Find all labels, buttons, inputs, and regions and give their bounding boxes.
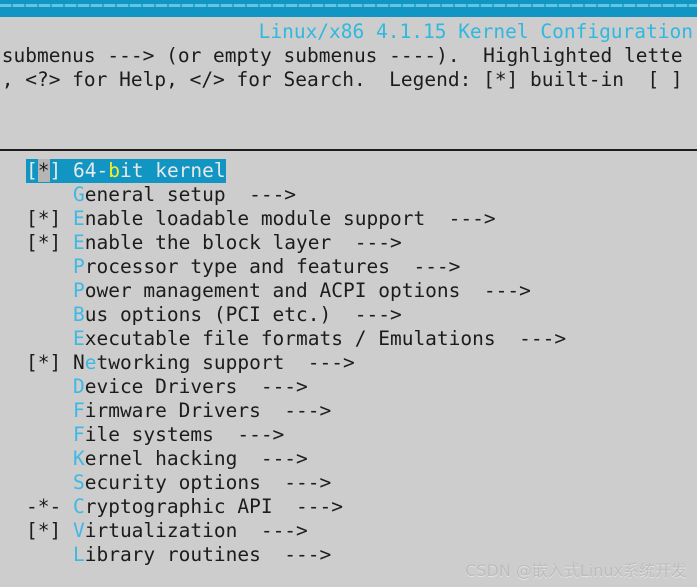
help-text-line-2: t, <?> for Help, </> for Search. Legend:… <box>0 68 683 91</box>
menu-item-mark: -*- <box>26 495 73 518</box>
submenu-arrow: ---> <box>425 207 496 230</box>
menu-item-label: ower management and ACPI options <box>84 279 461 302</box>
submenu-arrow: ---> <box>389 255 461 278</box>
submenu-arrow: ---> <box>260 543 332 566</box>
menu-item-label: nable the block layer <box>84 231 332 254</box>
menu-item[interactable]: Executable file formats / Emulations ---… <box>0 327 697 351</box>
menu-item-hotkey: S <box>72 471 85 494</box>
menu-item-mark <box>26 399 73 422</box>
menu-cursor-block: * <box>37 159 50 182</box>
menu-item-label: irmware Drivers <box>84 399 261 422</box>
menu-item-mark: [*] <box>26 231 73 254</box>
menu-item[interactable]: -*- Cryptographic API ---> <box>0 495 697 519</box>
menu-item-hotkey: F <box>72 399 85 422</box>
menu-item-hotkey: b <box>108 159 120 182</box>
menu-item-mark: [*] <box>26 351 73 374</box>
menu-item-hotkey: P <box>72 255 85 278</box>
menu-item[interactable]: Power management and ACPI options ---> <box>0 279 697 303</box>
menu-item-mark <box>26 447 73 470</box>
menu-item-hotkey: E <box>72 231 85 254</box>
menu-item-hotkey: E <box>72 207 85 230</box>
menu-item-hotkey: E <box>72 327 85 350</box>
menu-item-label-pre: N <box>72 351 85 374</box>
menu-item-mark: [*] <box>26 519 73 542</box>
menu-item-label: xecutable file formats / Emulations <box>84 327 496 350</box>
menu-item[interactable]: [*] Enable loadable module support ---> <box>0 207 697 231</box>
menu-item-hotkey: G <box>72 183 85 206</box>
menu-item-mark <box>26 543 73 566</box>
submenu-arrow: ---> <box>284 351 355 374</box>
menu-item-label: eneral setup <box>84 183 226 206</box>
menu-item[interactable]: Firmware Drivers ---> <box>0 399 697 423</box>
menu-item-mark <box>26 375 73 398</box>
help-text-line-1: submenus ---> (or empty submenus ----). … <box>0 44 683 67</box>
menu-item-hotkey: F <box>72 423 85 446</box>
menu-item-mark: ] <box>49 159 62 182</box>
menu-item[interactable]: Library routines ---> <box>0 543 697 567</box>
menu-item-label: evice Drivers <box>84 375 238 398</box>
submenu-arrow: ---> <box>237 375 308 398</box>
menu-item[interactable]: Bus options (PCI etc.) ---> <box>0 303 697 327</box>
menu-item-hotkey: e <box>84 351 97 374</box>
menu-item-label: rocessor type and features <box>84 255 390 278</box>
menu-item-label: ernel hacking <box>84 447 238 470</box>
page-title: Linux/x86 4.1.15 Kernel Configuration <box>258 20 693 43</box>
menu-item[interactable]: [*] Virtualization ---> <box>0 519 697 543</box>
menu-item-label: ryptographic API <box>84 495 273 518</box>
submenu-arrow: ---> <box>272 495 344 518</box>
menu-item-label: us options (PCI etc.) <box>84 303 332 326</box>
menu-item-hotkey: D <box>72 375 85 398</box>
submenu-arrow: ---> <box>213 423 285 446</box>
menu-item-selected-highlight: [*] 64-bit kernel <box>26 159 226 183</box>
submenu-arrow: ---> <box>260 471 332 494</box>
menu-item[interactable]: Device Drivers ---> <box>0 375 697 399</box>
header-divider <box>0 149 697 151</box>
submenu-arrow: ---> <box>331 303 402 326</box>
menu-item[interactable]: Kernel hacking ---> <box>0 447 697 471</box>
title-bar-highlight-stripe <box>0 4 697 7</box>
menu-item-hotkey: L <box>72 543 85 566</box>
menu-item-mark <box>26 255 73 278</box>
menu-item-label: nable loadable module support <box>84 207 426 230</box>
menu-item-label-pre: 64- <box>73 159 109 182</box>
menu-item-hotkey: B <box>72 303 85 326</box>
menu-item-hotkey: P <box>72 279 85 302</box>
menu-item-mark: [ <box>26 159 38 182</box>
window-title-bar <box>0 0 697 17</box>
menu-item-label: ile systems <box>84 423 214 446</box>
dialog-header: Linux/x86 4.1.15 Kernel Configuration su… <box>0 17 697 149</box>
menu-item-mark <box>26 423 73 446</box>
menu-item-label: ecurity options <box>84 471 261 494</box>
kernel-config-menu-list[interactable]: [*] 64-bit kernel General setup ---> [*] … <box>0 159 697 567</box>
menu-item-mark <box>26 183 73 206</box>
menu-item[interactable]: [*] Enable the block layer ---> <box>0 231 697 255</box>
menu-item[interactable]: General setup ---> <box>0 183 697 207</box>
submenu-arrow: ---> <box>260 399 332 422</box>
menu-item-hotkey: K <box>72 447 85 470</box>
menu-item[interactable]: [*] 64-bit kernel <box>0 159 697 183</box>
submenu-arrow: ---> <box>495 327 567 350</box>
menu-item-label: ibrary routines <box>84 543 261 566</box>
submenu-arrow: ---> <box>331 231 402 254</box>
menu-item-mark <box>26 471 73 494</box>
submenu-arrow: ---> <box>237 447 308 470</box>
menu-item-hotkey: C <box>72 495 85 518</box>
menu-item-label: tworking support <box>96 351 285 374</box>
submenu-arrow: ---> <box>237 519 308 542</box>
menu-item-label: irtualization <box>84 519 238 542</box>
menu-item-mark: [*] <box>26 207 73 230</box>
submenu-arrow: ---> <box>460 279 531 302</box>
menu-item[interactable]: Security options ---> <box>0 471 697 495</box>
menu-item-hotkey: V <box>72 519 85 542</box>
menu-item-mark <box>26 279 73 302</box>
menu-item[interactable]: File systems ---> <box>0 423 697 447</box>
menu-item-mark <box>26 303 73 326</box>
menu-item-label: it kernel <box>119 159 226 182</box>
menu-item-mark <box>26 327 73 350</box>
submenu-arrow: ---> <box>225 183 297 206</box>
menu-item[interactable]: [*] Networking support ---> <box>0 351 697 375</box>
menu-item[interactable]: Processor type and features ---> <box>0 255 697 279</box>
